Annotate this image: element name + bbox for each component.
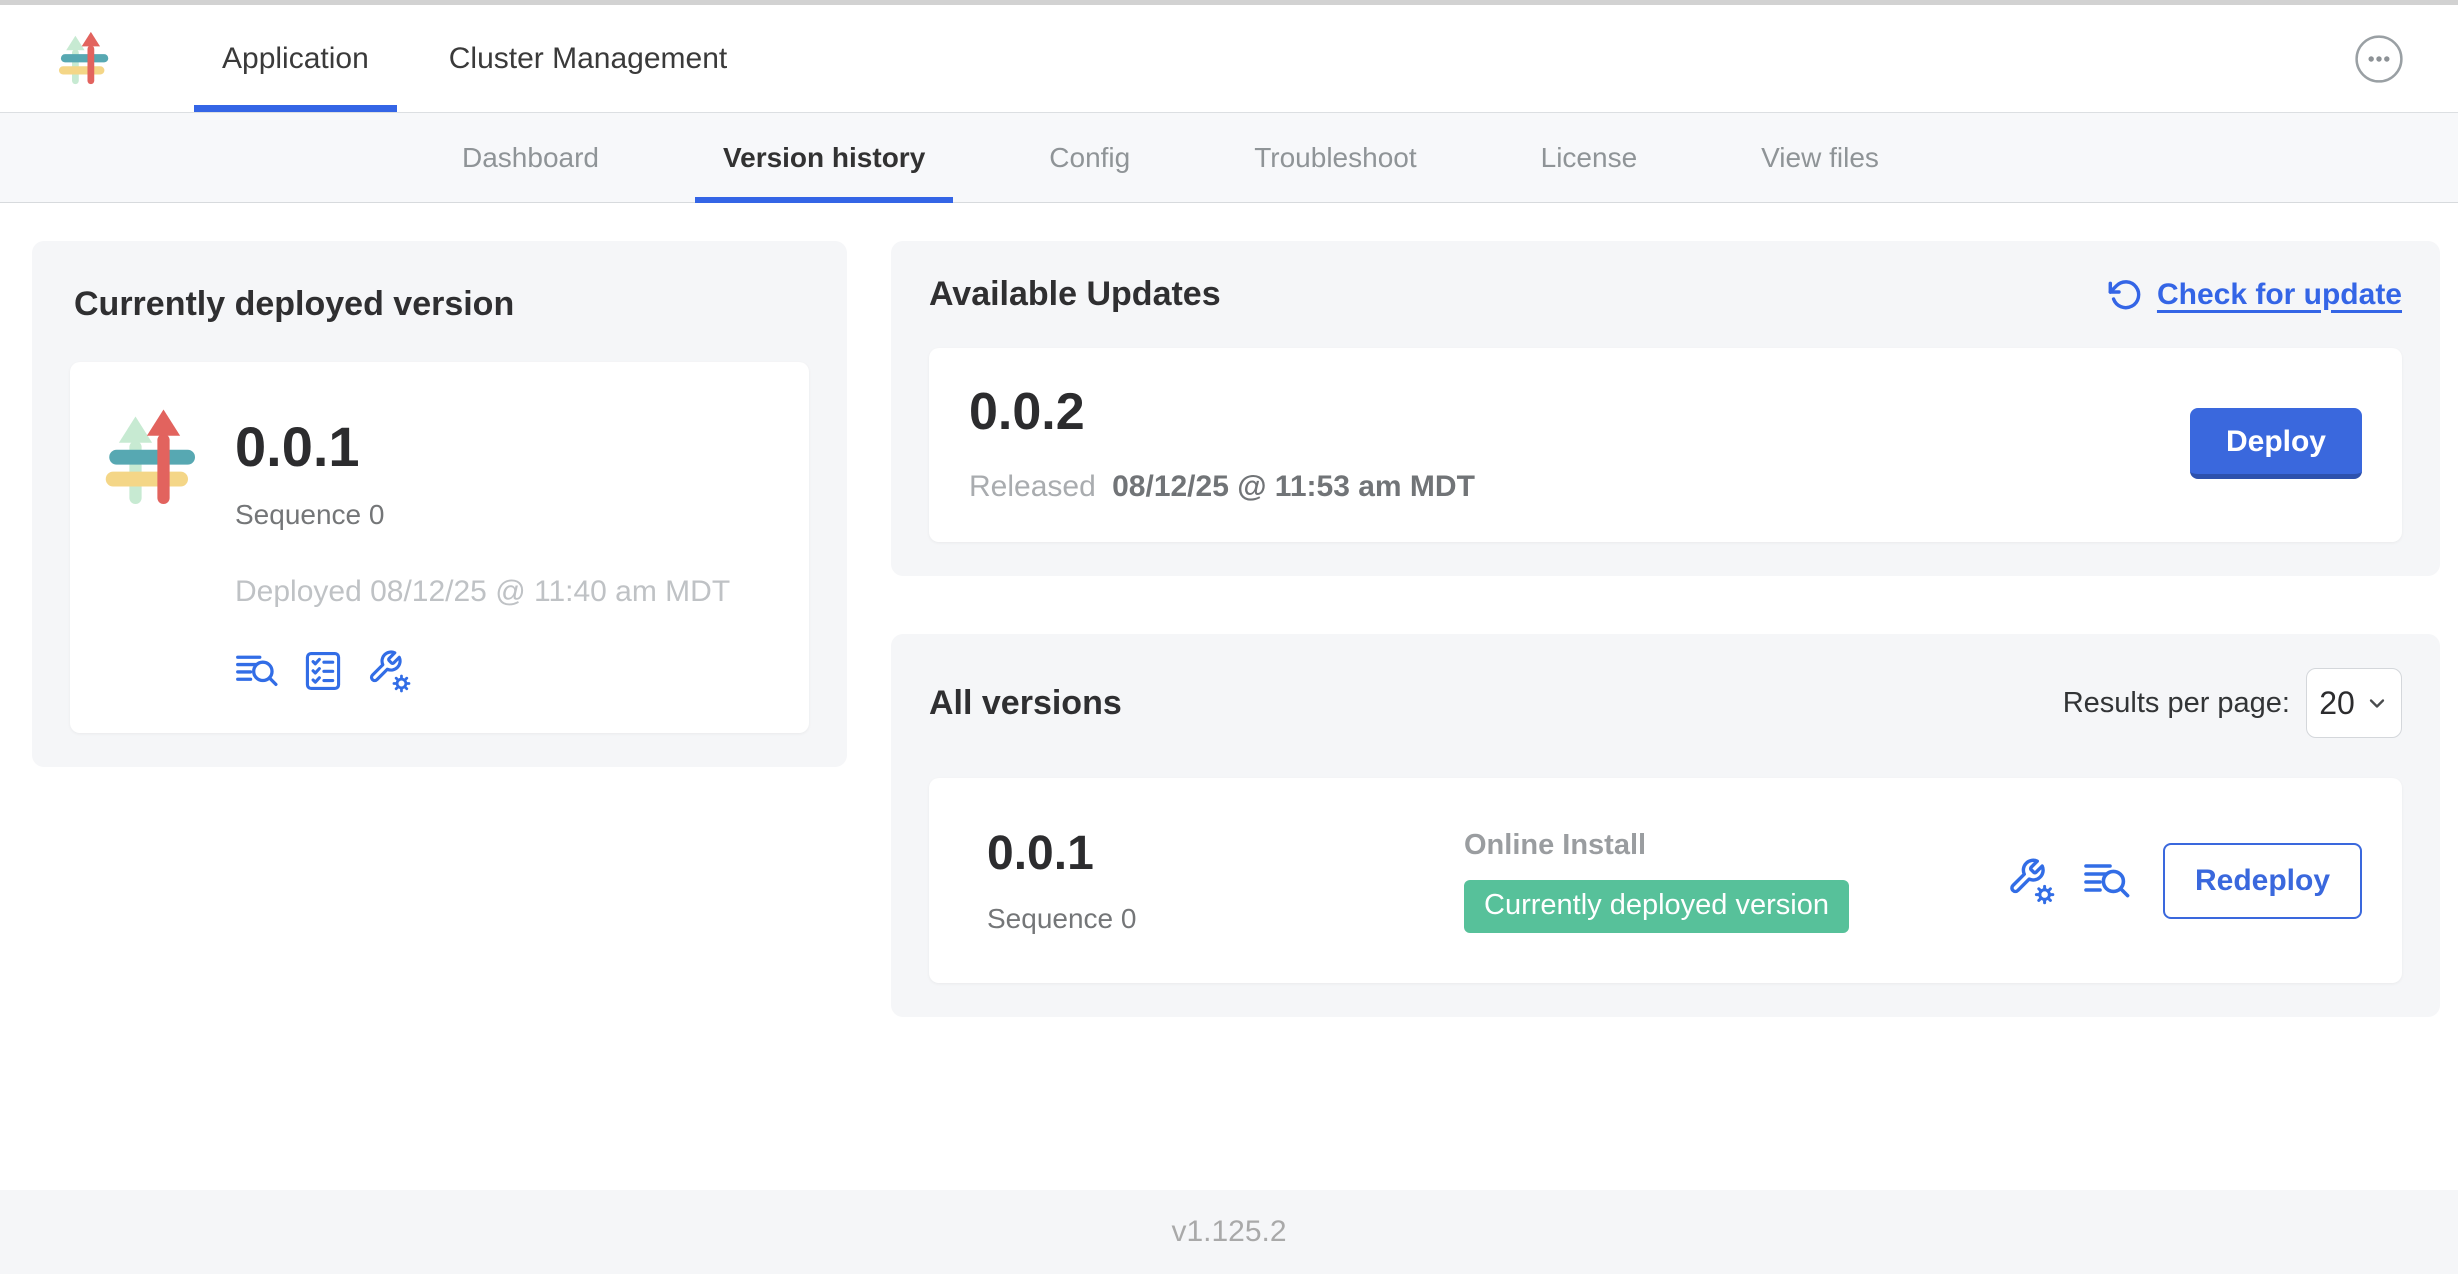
results-per-page-label: Results per page: [2063,687,2290,720]
version-row-details: 0.0.1 Sequence 0 [969,826,1464,935]
ellipsis-circle-icon [2354,34,2404,84]
main-content: Currently deployed version 0.0.1 Sequenc… [0,203,2458,1017]
check-for-update-link[interactable]: Check for update [2107,277,2402,313]
subnav: Dashboard Version history Config Trouble… [0,113,2458,203]
all-versions-header: All versions Results per page: 20 [929,668,2402,738]
check-for-update-label: Check for update [2157,278,2402,312]
subnav-item-version-history[interactable]: Version history [661,113,987,202]
results-per-page: Results per page: 20 [2063,668,2402,738]
subnav-label-config: Config [1049,142,1130,174]
subnav-item-view-files[interactable]: View files [1699,113,1941,202]
subnav-label-troubleshoot: Troubleshoot [1254,142,1416,174]
version-row-number: 0.0.1 [987,826,1464,881]
navbar: Application Cluster Management [0,5,2458,113]
current-version-deployed-timestamp: Deployed 08/12/25 @ 11:40 am MDT [235,575,730,609]
subnav-label-view-files: View files [1761,142,1879,174]
currently-deployed-card: Currently deployed version 0.0.1 Sequenc… [32,241,847,767]
app-logo-icon [104,406,209,511]
tab-cluster-management-label: Cluster Management [449,42,727,76]
tab-application-label: Application [222,42,369,76]
preflight-checks-icon[interactable] [301,649,345,693]
released-label: Released [969,470,1096,503]
subnav-item-config[interactable]: Config [987,113,1192,202]
current-version-actions [235,649,730,693]
available-updates-header: Available Updates Check for update [929,275,2402,314]
update-version-number: 0.0.2 [969,382,1475,442]
subnav-label-license: License [1541,142,1638,174]
released-date: 08/12/25 @ 11:53 am MDT [1112,470,1475,503]
version-row-sequence: Sequence 0 [987,903,1464,935]
tab-cluster-management[interactable]: Cluster Management [409,5,767,112]
current-version-number: 0.0.1 [235,414,730,479]
available-updates-title: Available Updates [929,275,1221,314]
refresh-icon [2107,277,2143,313]
app-logo-icon [58,30,116,88]
right-column: Available Updates Check for update 0.0.2 [891,241,2440,1017]
config-icon[interactable] [367,649,411,693]
navbar-right [2354,34,2404,84]
deploy-button[interactable]: Deploy [2190,408,2362,479]
logs-icon[interactable] [235,649,279,693]
subnav-label-version-history: Version history [723,142,925,174]
subnav-item-license[interactable]: License [1479,113,1700,202]
config-icon[interactable] [2007,857,2055,905]
current-version-sequence: Sequence 0 [235,499,730,531]
currently-deployed-badge: Currently deployed version [1464,880,1849,933]
results-per-page-value: 20 [2319,685,2355,722]
available-updates-card: Available Updates Check for update 0.0.2 [891,241,2440,576]
overflow-menu-button[interactable] [2354,34,2404,84]
currently-deployed-version-card: 0.0.1 Sequence 0 Deployed 08/12/25 @ 11:… [70,362,809,733]
console-version-label: v1.125.2 [1171,1215,1286,1249]
redeploy-button[interactable]: Redeploy [2163,843,2362,919]
tab-application[interactable]: Application [182,5,409,112]
footer: v1.125.2 [0,1190,2458,1274]
chevron-down-icon [2365,691,2389,715]
results-per-page-select[interactable]: 20 [2306,668,2402,738]
all-versions-title: All versions [929,684,1122,723]
app-tabs: Application Cluster Management [182,5,767,112]
update-details: 0.0.2 Released 08/12/25 @ 11:53 am MDT [969,382,1475,504]
currently-deployed-title: Currently deployed version [74,285,809,324]
install-type-label: Online Install [1464,829,2007,862]
subnav-item-troubleshoot[interactable]: Troubleshoot [1192,113,1478,202]
version-row-status: Online Install Currently deployed versio… [1464,829,2007,933]
current-version-details: 0.0.1 Sequence 0 Deployed 08/12/25 @ 11:… [235,400,730,693]
available-update-row: 0.0.2 Released 08/12/25 @ 11:53 am MDT D… [929,348,2402,542]
update-released-timestamp: Released 08/12/25 @ 11:53 am MDT [969,470,1475,504]
logs-icon[interactable] [2083,857,2131,905]
version-row-actions: Redeploy [2007,843,2362,919]
subnav-label-dashboard: Dashboard [462,142,599,174]
subnav-item-dashboard[interactable]: Dashboard [400,113,661,202]
version-row: 0.0.1 Sequence 0 Online Install Currentl… [929,778,2402,983]
all-versions-card: All versions Results per page: 20 [891,634,2440,1017]
